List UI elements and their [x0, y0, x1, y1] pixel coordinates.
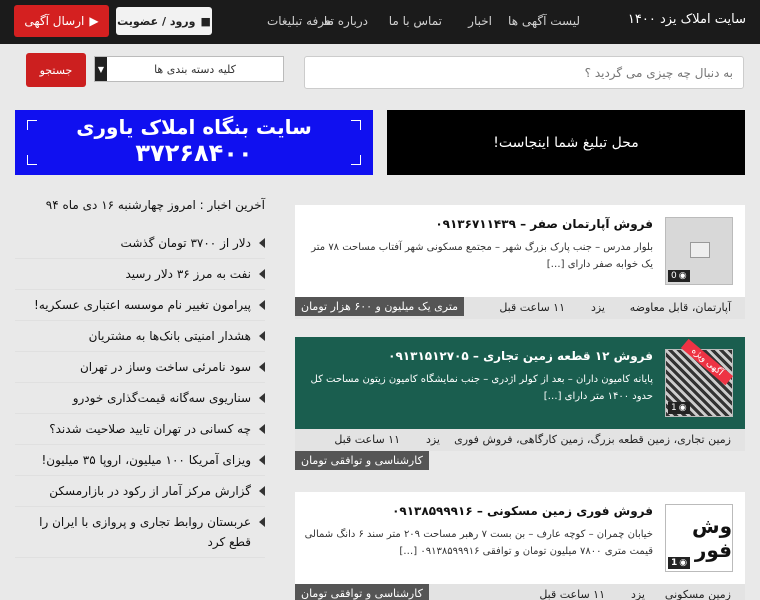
chevron-down-icon: ▼	[95, 57, 107, 81]
search-button[interactable]: جستجو	[26, 53, 86, 87]
listing-title[interactable]: فروش ۱۲ قطعه زمین تجاری – ۰۹۱۳۱۵۱۲۷۰۵	[388, 349, 653, 363]
megaphone-icon: ▶	[89, 14, 99, 28]
news-heading: آخرین اخبار : امروز چهارشنبه ۱۶ دی ماه ۹…	[45, 198, 265, 212]
agency-banner[interactable]: سایت بنگاه املاک یاوری ۳۷۲۶۸۴۰۰	[15, 110, 373, 175]
news-item[interactable]: نفت به مرز ۳۶ دلار رسید	[15, 259, 265, 290]
news-list: دلار از ۳۷۰۰ تومان گذشت نفت به مرز ۳۶ دل…	[15, 228, 265, 558]
camera-icon: ◉	[678, 403, 687, 413]
category-select[interactable]: کلیه دسته بندی ها ▼	[94, 56, 284, 82]
listing-thumbnail[interactable]: وش فور ◉ 1	[665, 504, 733, 572]
post-ad-button[interactable]: ▶ ارسال آگهی	[14, 5, 109, 37]
login-label: ورود / عضویت	[117, 14, 196, 28]
listing-time: ۱۱ ساعت قبل	[499, 301, 565, 314]
camera-icon: ◉	[678, 271, 687, 281]
listing-time: ۱۱ ساعت قبل	[334, 433, 400, 446]
listing-meta: آپارتمان، قابل معاوضه یزد ۱۱ ساعت قبل مت…	[295, 297, 745, 319]
frame-corner	[351, 155, 361, 165]
frame-corner	[351, 120, 361, 130]
listing-category[interactable]: زمین مسکونی	[665, 588, 731, 600]
agency-phone: ۳۷۲۶۸۴۰۰	[135, 139, 253, 167]
listing-category[interactable]: آپارتمان، قابل معاوضه	[630, 301, 731, 314]
listing-title[interactable]: فروش فوری زمین مسکونی – ۰۹۱۳۸۵۹۹۹۱۶	[392, 504, 653, 518]
frame-corner	[27, 155, 37, 165]
news-item[interactable]: دلار از ۳۷۰۰ تومان گذشت	[15, 228, 265, 259]
nav-contact[interactable]: تماس با ما	[389, 14, 442, 28]
frame-corner	[27, 120, 37, 130]
listing-category[interactable]: زمین تجاری، زمین قطعه بزرگ، زمین کارگاهی…	[454, 433, 731, 446]
featured-ribbon: آگهی ویژه	[681, 338, 734, 386]
listing-city[interactable]: یزد	[631, 588, 645, 600]
camera-icon: ◉	[679, 558, 688, 568]
listing-price-row: کارشناسی و توافقی تومان	[295, 451, 745, 473]
news-item[interactable]: چه کسانی در تهران تایید صلاحیت شدند؟	[15, 414, 265, 445]
listing-city[interactable]: یزد	[426, 433, 440, 446]
listing-price: متری یک میلیون و ۶۰۰ هزار تومان	[295, 297, 465, 316]
category-select-label: کلیه دسته بندی ها	[154, 62, 236, 76]
photo-count-value: 1	[671, 403, 677, 413]
listing-card[interactable]: وش فور ◉ 1 فروش فوری زمین مسکونی – ۰۹۱۳۸۵…	[295, 492, 745, 600]
news-item[interactable]: پیرامون تغییر نام موسسه اعتباری عسکریه!	[15, 290, 265, 321]
photo-count: ◉ 1	[668, 557, 691, 569]
photo-count: ◉ 0	[668, 270, 690, 282]
user-icon: ■	[200, 14, 211, 28]
listing-description: بلوار مدرس – جنب پارک بزرگ شهر – مجتمع م…	[311, 242, 653, 270]
ad-space-banner[interactable]: محل تبلیغ شما اینجاست!	[387, 110, 745, 175]
listing-thumbnail[interactable]: آگهی ویژه ◉ 1	[665, 338, 734, 417]
login-button[interactable]: ■ ورود / عضویت	[116, 7, 212, 35]
agency-name: سایت بنگاه املاک یاوری	[76, 115, 312, 139]
thumbnail-text: وش فور	[691, 514, 732, 562]
news-item[interactable]: سناریوی سه‌گانه قیمت‌گذاری خودرو	[15, 383, 265, 414]
listing-price: کارشناسی و توافقی تومان	[295, 451, 429, 470]
news-item[interactable]: عربستان روابط تجاری و پروازی با ایران را…	[15, 507, 265, 558]
listing-title[interactable]: فروش آپارتمان صفر – ۰۹۱۳۶۷۱۱۴۳۹	[435, 217, 653, 231]
nav-news[interactable]: اخبار	[468, 14, 492, 28]
news-item[interactable]: هشدار امنیتی بانک‌ها به مشتریان	[15, 321, 265, 352]
news-item[interactable]: ویزای آمریکا ۱۰۰ میلیون، اروپا ۳۵ میلیون…	[15, 445, 265, 476]
listing-meta: زمین مسکونی یزد ۱۱ ساعت قبل کارشناسی و ت…	[295, 584, 745, 600]
listing-card-featured[interactable]: آگهی ویژه ◉ 1 فروش ۱۲ قطعه زمین تجاری – ۰…	[295, 337, 745, 473]
listing-price: کارشناسی و توافقی تومان	[295, 584, 429, 600]
listing-thumbnail[interactable]: ◉ 0	[665, 217, 733, 285]
search-input[interactable]	[304, 56, 744, 89]
post-ad-label: ارسال آگهی	[24, 14, 85, 28]
site-title[interactable]: سایت املاک یزد ۱۴۰۰	[628, 12, 746, 27]
nav-listings[interactable]: لیست آگهی ها	[508, 14, 580, 28]
listing-city[interactable]: یزد	[591, 301, 605, 314]
listing-description: خیابان چمران – کوچه عارف – بن بست ۷ رهبر…	[304, 529, 653, 557]
listing-description: پایانه کامیون داران – بعد از کولر اژدری …	[310, 374, 654, 402]
image-placeholder-icon	[690, 242, 710, 258]
photo-count-value: 1	[671, 558, 678, 568]
top-navbar: سایت املاک یزد ۱۴۰۰ لیست آگهی ها اخبار ت…	[0, 0, 760, 44]
photo-count-value: 0	[671, 271, 677, 281]
photo-count: ◉ 1	[668, 402, 690, 414]
listing-time: ۱۱ ساعت قبل	[539, 588, 605, 600]
news-item[interactable]: گزارش مرکز آمار از رکود در بازارمسکن	[15, 476, 265, 507]
listing-card[interactable]: ◉ 0 فروش آپارتمان صفر – ۰۹۱۳۶۷۱۱۴۳۹ بلوار…	[295, 205, 745, 319]
nav-pricing[interactable]: تعرفه تبلیغات	[267, 14, 334, 28]
listing-meta: زمین تجاری، زمین قطعه بزرگ، زمین کارگاهی…	[295, 429, 745, 451]
news-item[interactable]: سود نامرئی ساخت وساز در تهران	[15, 352, 265, 383]
